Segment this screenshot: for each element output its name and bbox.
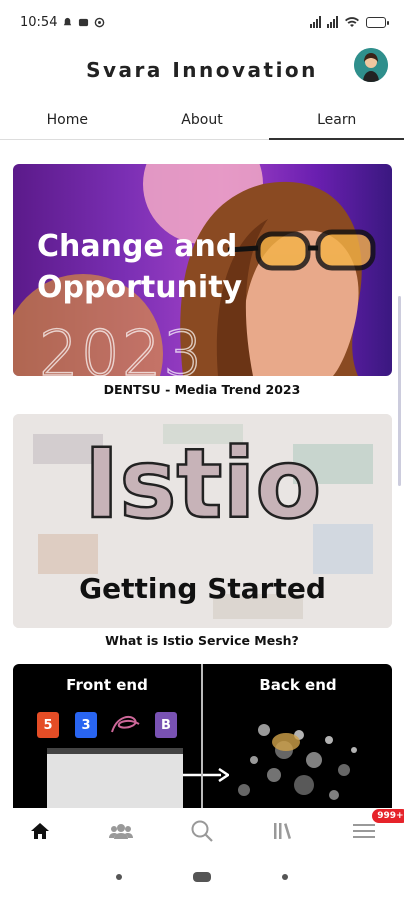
system-navigation-bar	[0, 854, 404, 900]
feed-scrollbar[interactable]	[398, 296, 401, 486]
front-end-label: Front end	[66, 676, 148, 694]
tab-bar: Home About Learn	[0, 100, 404, 140]
article-card-media-trend[interactable]: Change and Opportunity 2023	[13, 164, 392, 376]
nav-home[interactable]	[0, 808, 81, 854]
app-screen: 10:54 Svara Innovation Home About Learn	[0, 0, 404, 900]
user-avatar-icon	[354, 48, 388, 82]
library-icon	[273, 823, 291, 839]
wifi-icon	[345, 17, 359, 27]
back-end-label: Back end	[259, 676, 337, 694]
notification-badge: 999+	[371, 808, 404, 824]
article-card-istio[interactable]: Istio Getting Started	[13, 414, 392, 628]
home-gesture-button[interactable]	[192, 872, 211, 882]
app-notification-icon	[79, 18, 89, 26]
back-end-panel: Back end	[204, 664, 392, 808]
group-icon	[109, 824, 134, 839]
sass-icon	[111, 715, 140, 733]
app-header: Svara Innovation	[0, 44, 404, 96]
nav-menu[interactable]: 999+	[323, 808, 404, 854]
bootstrap-icon: B	[155, 712, 177, 738]
tab-home[interactable]: Home	[0, 100, 135, 139]
title-line-1: Change and	[37, 229, 238, 264]
card-caption-istio[interactable]: What is Istio Service Mesh?	[0, 633, 404, 648]
battery-icon	[366, 16, 389, 28]
notification-icon	[64, 17, 72, 25]
istio-title: Istio	[82, 428, 322, 540]
css3-icon: 3	[75, 712, 97, 738]
nav-community[interactable]	[81, 808, 162, 854]
card-overlay-title: Change and Opportunity	[37, 226, 242, 308]
html5-icon: 5	[37, 712, 59, 738]
avatar[interactable]	[354, 48, 388, 82]
panel-divider	[201, 664, 203, 808]
back-button[interactable]	[282, 874, 289, 880]
status-bar: 10:54	[0, 0, 404, 44]
circle-status-icon	[95, 17, 105, 27]
content-feed[interactable]: Change and Opportunity 2023 DENTSU - Med…	[0, 146, 404, 808]
nav-search[interactable]	[162, 808, 243, 854]
title-line-2: Opportunity	[37, 270, 243, 305]
nav-library[interactable]	[242, 808, 323, 854]
status-time: 10:54	[20, 14, 58, 30]
search-icon	[191, 820, 213, 842]
browser-window-illustration	[47, 748, 183, 808]
recents-button[interactable]	[115, 874, 122, 880]
bokeh-particles-image	[238, 724, 357, 800]
istio-subtitle: Getting Started	[79, 572, 326, 605]
tab-learn[interactable]: Learn	[269, 100, 404, 140]
app-title: Svara Innovation	[86, 58, 318, 82]
home-icon	[31, 823, 50, 839]
card-caption-media-trend[interactable]: DENTSU - Media Trend 2023	[0, 382, 404, 397]
front-end-panel: Front end 5 3 B	[13, 664, 229, 808]
card-overlay-year: 2023	[38, 316, 205, 376]
menu-icon	[352, 824, 375, 838]
signal-icon-2	[327, 16, 338, 28]
bottom-navigation: 999+	[0, 808, 404, 854]
tab-about[interactable]: About	[135, 100, 270, 139]
article-card-frontend-backend[interactable]: Front end 5 3 B Back end	[13, 664, 392, 808]
signal-icon	[310, 16, 321, 28]
